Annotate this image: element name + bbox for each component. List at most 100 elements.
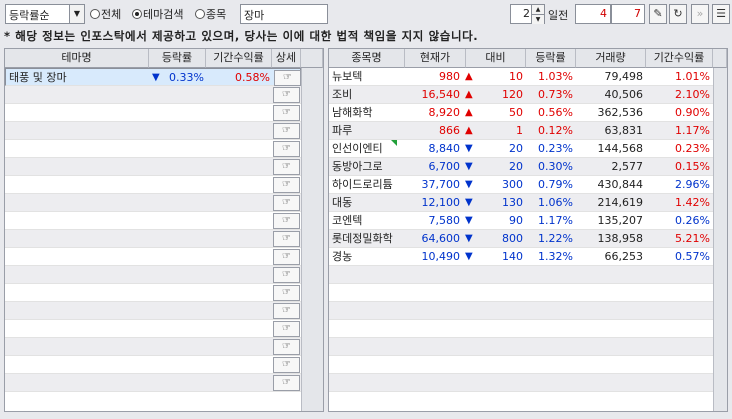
table-row[interactable]: 조비 16,540 ▲ 120 0.73% 40,506 2.10% [329, 86, 713, 104]
theme-scrollbar[interactable] [301, 68, 323, 411]
table-row[interactable]: ☞ [5, 302, 301, 320]
table-row[interactable]: ☞ [5, 284, 301, 302]
theme-header-corner [301, 49, 323, 68]
table-row[interactable] [329, 374, 713, 392]
stepper-up-icon[interactable]: ▲ [531, 5, 544, 14]
detail-icon[interactable]: ☞ [273, 321, 300, 337]
radio-theme-search[interactable]: 테마검색 [132, 6, 183, 22]
stock-col-header-price[interactable]: 현재가 [405, 49, 466, 68]
stock-name[interactable]: 파루 [332, 122, 405, 139]
theme-col-header-change[interactable]: 등락률 [149, 49, 206, 68]
table-row[interactable]: 경농 10,490 ▼ 140 1.32% 66,253 0.57% [329, 248, 713, 266]
days-stepper[interactable]: 2 ▲ ▼ [510, 4, 545, 24]
table-row[interactable] [329, 266, 713, 284]
stock-name[interactable]: 동방아그로 [332, 158, 405, 175]
stock-scrollbar[interactable] [713, 68, 727, 411]
detail-icon[interactable]: ☞ [273, 249, 300, 265]
stepper-down-icon[interactable]: ▼ [531, 14, 544, 24]
detail-icon[interactable]: ☞ [273, 177, 300, 193]
table-row[interactable]: 동방아그로 6,700 ▼ 20 0.30% 2,577 0.15% [329, 158, 713, 176]
detail-icon[interactable]: ☞ [273, 339, 300, 355]
detail-icon[interactable]: ☞ [274, 70, 301, 86]
theme-col-header-period[interactable]: 기간수익률 [206, 49, 272, 68]
sort-select[interactable]: 등락률순 ▼ [5, 4, 85, 24]
stock-name[interactable]: 뉴보텍 [332, 68, 405, 85]
table-row[interactable] [329, 320, 713, 338]
table-row[interactable]: ☞ [5, 86, 301, 104]
detail-icon[interactable]: ☞ [273, 195, 300, 211]
table-row[interactable]: ☞ [5, 176, 301, 194]
range-from-input[interactable]: 4 [575, 4, 611, 24]
table-row[interactable]: ☞ [5, 212, 301, 230]
stock-name[interactable]: 조비 [332, 86, 405, 103]
theme-col-header-name[interactable]: 테마명 [5, 49, 149, 68]
detail-icon[interactable]: ☞ [273, 231, 300, 247]
table-row[interactable]: 파루 866 ▲ 1 0.12% 63,831 1.17% [329, 122, 713, 140]
table-row[interactable]: 뉴보텍 980 ▲ 10 1.03% 79,498 1.01% [329, 68, 713, 86]
table-row[interactable] [329, 284, 713, 302]
flag-icon [391, 140, 397, 146]
table-row[interactable]: ☞ [5, 248, 301, 266]
detail-icon[interactable]: ☞ [273, 141, 300, 157]
detail-icon[interactable]: ☞ [273, 123, 300, 139]
table-row[interactable]: ☞ [5, 374, 301, 392]
detail-icon[interactable]: ☞ [273, 105, 300, 121]
table-row[interactable]: ☞ [5, 158, 301, 176]
next-icon[interactable]: » [691, 4, 709, 24]
stock-period-return: 2.96% [675, 178, 710, 191]
chevron-down-icon[interactable]: ▼ [69, 5, 84, 23]
range-to-input[interactable]: 7 [611, 4, 645, 24]
table-row[interactable]: ☞ [5, 266, 301, 284]
theme-name[interactable]: 태풍 및 장마 [9, 69, 149, 86]
stock-col-header-rate[interactable]: 등락률 [526, 49, 576, 68]
detail-icon[interactable]: ☞ [273, 285, 300, 301]
stock-period-return: 5.21% [675, 232, 710, 245]
table-row[interactable]: ☞ [5, 320, 301, 338]
detail-icon[interactable]: ☞ [273, 213, 300, 229]
stock-name[interactable]: 하이드로리튬 [332, 176, 405, 193]
refresh-icon[interactable]: ↻ [669, 4, 687, 24]
stock-name[interactable]: 경농 [332, 248, 405, 265]
stock-col-header-name[interactable]: 종목명 [329, 49, 405, 68]
detail-icon[interactable]: ☞ [273, 375, 300, 391]
table-row[interactable]: ☞ [5, 230, 301, 248]
table-row[interactable]: ☞ [5, 356, 301, 374]
table-row[interactable]: ☞ [5, 122, 301, 140]
radio-all[interactable]: 전체 [90, 6, 121, 22]
stock-volume: 40,506 [604, 88, 644, 101]
stock-name[interactable]: 남해화학 [332, 104, 405, 121]
table-row[interactable]: ☞ [5, 194, 301, 212]
stock-name[interactable]: 코엔텍 [332, 212, 405, 229]
radio-theme-search-circle[interactable] [132, 9, 142, 19]
table-row[interactable]: 인선이엔티 8,840 ▼ 20 0.23% 144,568 0.23% [329, 140, 713, 158]
table-row[interactable]: ☞ [5, 140, 301, 158]
table-row[interactable]: 대동 12,100 ▼ 130 1.06% 214,619 1.42% [329, 194, 713, 212]
table-row[interactable]: 롯데정밀화학 64,600 ▼ 800 1.22% 138,958 5.21% [329, 230, 713, 248]
theme-col-header-detail[interactable]: 상세 [272, 49, 301, 68]
radio-stock[interactable]: 종목 [195, 6, 226, 22]
detail-icon[interactable]: ☞ [273, 267, 300, 283]
table-row[interactable] [329, 356, 713, 374]
stock-col-header-diff[interactable]: 대비 [466, 49, 526, 68]
stock-name[interactable]: 롯데정밀화학 [332, 230, 405, 247]
table-row[interactable] [329, 302, 713, 320]
memo-icon[interactable]: ☰ [712, 4, 730, 24]
table-row[interactable] [329, 338, 713, 356]
radio-all-circle[interactable] [90, 9, 100, 19]
table-row[interactable]: 코엔텍 7,580 ▼ 90 1.17% 135,207 0.26% [329, 212, 713, 230]
detail-icon[interactable]: ☞ [273, 303, 300, 319]
table-row[interactable]: 남해화학 8,920 ▲ 50 0.56% 362,536 0.90% [329, 104, 713, 122]
search-input[interactable]: 장마 [240, 4, 328, 24]
pin-icon[interactable]: ✎ [649, 4, 667, 24]
table-row[interactable]: 태풍 및 장마 ▼ 0.33% 0.58% ☞ [5, 68, 301, 86]
stock-col-header-period[interactable]: 기간수익률 [646, 49, 713, 68]
stock-name[interactable]: 대동 [332, 194, 405, 211]
table-row[interactable]: ☞ [5, 104, 301, 122]
table-row[interactable]: 하이드로리튬 37,700 ▼ 300 0.79% 430,844 2.96% [329, 176, 713, 194]
detail-icon[interactable]: ☞ [273, 87, 300, 103]
stock-col-header-volume[interactable]: 거래량 [576, 49, 646, 68]
radio-stock-circle[interactable] [195, 9, 205, 19]
detail-icon[interactable]: ☞ [273, 159, 300, 175]
table-row[interactable]: ☞ [5, 338, 301, 356]
detail-icon[interactable]: ☞ [273, 357, 300, 373]
